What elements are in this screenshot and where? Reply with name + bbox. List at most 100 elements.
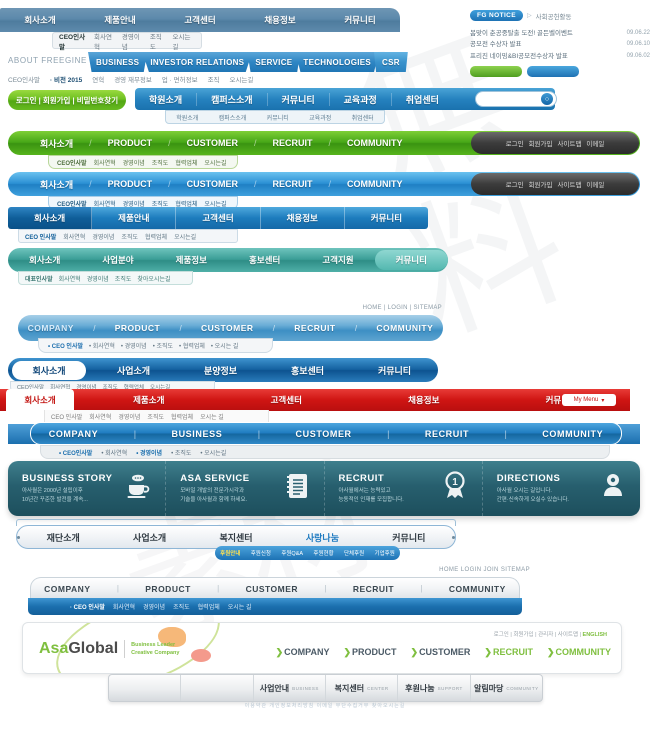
ribbon-item-2[interactable]: CUSTOMER <box>296 429 352 439</box>
navy-item-3[interactable]: 홍보센터 <box>264 364 351 377</box>
feature-card-asa-service[interactable]: ASA SERVICE 모바일 개발의 전문가시각과 기술을 아사월과 함께 하… <box>166 461 325 516</box>
subpill-0[interactable]: 후원안내 <box>220 549 240 557</box>
feature-card-directions[interactable]: DIRECTIONS 아사월 오시는 길입니다. 간편·신속하게 오실수 있습니… <box>483 461 640 516</box>
white-item-3[interactable]: 사랑나눔 <box>279 531 365 544</box>
red-sub-0[interactable]: CEO 인사말 <box>51 412 82 421</box>
subpill-1[interactable]: 후원신청 <box>251 549 271 557</box>
ribbon-item-1[interactable]: BUSINESS <box>171 429 222 439</box>
blue-item-4[interactable]: COMMUNITY <box>345 179 405 189</box>
red-sub-1[interactable]: 회사연혁 <box>89 412 111 421</box>
subpill-4[interactable]: 단체후원 <box>344 549 364 557</box>
academy-sub-1[interactable]: 캠퍼스소개 <box>219 113 247 122</box>
my-menu-dropdown[interactable]: My Menu ▾ <box>562 394 616 406</box>
feature-card-recruit[interactable]: RECRUIT 아사월에서는 능력있고 능동적인 인재를 모집합니다. 1 <box>325 461 483 516</box>
block-sub-3[interactable]: 조직도 <box>121 232 138 241</box>
block-item-3[interactable]: 채용정보 <box>260 207 345 229</box>
pill-item-3[interactable]: RECRUIT <box>294 323 335 333</box>
footer-links[interactable]: 이용약관 개인정보처리방침 이메일 무단수집거부 찾아오시는길 <box>0 702 650 709</box>
academy-sub-4[interactable]: 취업센터 <box>352 113 374 122</box>
green-item-1[interactable]: PRODUCT <box>106 138 155 148</box>
gray-item-1[interactable]: PRODUCT <box>145 584 191 594</box>
search-icon[interactable]: ○ <box>541 93 553 105</box>
teal-sub-1[interactable]: 회사연혁 <box>59 274 81 283</box>
red-sub-5[interactable]: 오시는 길 <box>200 412 224 421</box>
academy-item-0[interactable]: 학원소개 <box>135 92 198 106</box>
white-item-0[interactable]: 재단소개 <box>20 531 106 544</box>
freegine-sub-6[interactable]: 오시는길 <box>230 74 254 84</box>
green-sub-2[interactable]: 경영이념 <box>123 158 145 167</box>
notice-button-green[interactable] <box>470 66 522 78</box>
teal-item-0[interactable]: 회사소개 <box>8 254 81 266</box>
utility-links-bottom[interactable]: HOME LOGIN JOIN SITEMAP <box>0 567 530 573</box>
block-sub-5[interactable]: 오시는길 <box>174 232 196 241</box>
asa-util-2[interactable]: 관리자 <box>538 632 553 638</box>
ribbon-sub-1[interactable]: • 회사연혁 <box>101 448 127 457</box>
pill-sub-5[interactable]: • 오시는 길 <box>211 341 239 350</box>
gray-sub-2[interactable]: 경영이념 <box>143 602 165 611</box>
teal-sub-0[interactable]: 대표인사말 <box>25 274 53 283</box>
navy-item-0[interactable]: 회사소개 <box>12 360 86 380</box>
nav-steel-item-0[interactable]: 회사소개 <box>0 14 80 26</box>
pill-item-1[interactable]: PRODUCT <box>115 323 161 333</box>
red-item-1[interactable]: 제품소개 <box>80 394 218 406</box>
green-item-3[interactable]: RECRUIT <box>271 138 315 148</box>
asa-nav-0[interactable]: ❯COMPANY <box>276 647 330 658</box>
academy-item-3[interactable]: 교육과정 <box>330 92 392 106</box>
nav-steel-item-3[interactable]: 채용정보 <box>240 14 320 26</box>
freegine-tab-4[interactable]: CSR <box>374 52 408 72</box>
nav-steel-sub-3[interactable]: 조직도 <box>150 31 166 51</box>
academy-sub-3[interactable]: 교육과정 <box>309 113 331 122</box>
red-sub-4[interactable]: 협력업체 <box>171 412 193 421</box>
nav-steel-sub-0[interactable]: CEO인사말 <box>59 31 87 51</box>
asa-util-3[interactable]: 사이트맵 <box>558 632 578 638</box>
green-item-4[interactable]: COMMUNITY <box>345 138 405 148</box>
pill-sub-4[interactable]: • 협력업체 <box>179 341 205 350</box>
notice-item[interactable]: 봄맞이 춘공중탈출 도전! 골든벨이벤트 09.06.22 <box>470 28 650 39</box>
academy-sub-2[interactable]: 커뮤니티 <box>267 113 289 122</box>
freegine-sub-1[interactable]: · 비전 2015 <box>50 74 82 84</box>
blue-item-2[interactable]: CUSTOMER <box>185 179 240 189</box>
red-item-2[interactable]: 고객센터 <box>218 394 356 406</box>
nav-steel-sub-4[interactable]: 오시는 길 <box>173 31 196 51</box>
gray-item-0[interactable]: COMPANY <box>44 584 90 594</box>
asa-util-0[interactable]: 로그인 <box>494 632 509 638</box>
subpill-3[interactable]: 후원현황 <box>313 549 333 557</box>
ribbon-item-4[interactable]: COMMUNITY <box>542 429 603 439</box>
freegine-tab-1[interactable]: INVESTOR RELATIONS <box>142 52 253 72</box>
blue-item-1[interactable]: PRODUCT <box>106 179 155 189</box>
green-util-0[interactable]: 로그인 <box>506 138 524 148</box>
white-item-2[interactable]: 복지센터 <box>193 531 279 544</box>
green-util-2[interactable]: 사이트맵 <box>558 138 582 148</box>
green-sub-1[interactable]: 회사연혁 <box>94 158 116 167</box>
blue-util-3[interactable]: 이메일 <box>586 179 604 189</box>
teal-sub-3[interactable]: 조직도 <box>115 274 132 283</box>
bottom-tab-2[interactable]: 사업안내 BUSINESS <box>254 675 326 701</box>
freegine-sub-5[interactable]: 조직 <box>208 74 220 84</box>
ribbon-sub-4[interactable]: • 오시는길 <box>200 448 226 457</box>
blue-item-0[interactable]: 회사소개 <box>38 178 75 191</box>
gray-sub-1[interactable]: 회사연혁 <box>113 602 135 611</box>
ribbon-sub-3[interactable]: • 조직도 <box>171 448 191 457</box>
academy-item-4[interactable]: 취업센터 <box>392 93 453 106</box>
block-sub-1[interactable]: 회사연혁 <box>63 232 85 241</box>
teal-sub-4[interactable]: 찾아오시는길 <box>137 274 170 283</box>
ribbon-item-0[interactable]: COMPANY <box>49 429 99 439</box>
pill-sub-1[interactable]: • 회사연혁 <box>89 341 115 350</box>
notice-button-blue[interactable] <box>527 66 579 78</box>
green-sub-3[interactable]: 조직도 <box>152 158 169 167</box>
blue-util-0[interactable]: 로그인 <box>506 179 524 189</box>
freegine-tab-2[interactable]: SERVICE <box>247 52 301 72</box>
ribbon-sub-2[interactable]: • 경영이념 <box>136 448 162 457</box>
freegine-sub-4[interactable]: 업 · 면허정보 <box>162 74 198 84</box>
red-sub-3[interactable]: 조직도 <box>147 412 164 421</box>
subpill-2[interactable]: 후원Q&A <box>281 549 303 557</box>
block-item-2[interactable]: 고객센터 <box>176 207 261 229</box>
green-item-2[interactable]: CUSTOMER <box>185 138 240 148</box>
blue-item-3[interactable]: RECRUIT <box>271 179 315 189</box>
bottom-tab-5[interactable]: 알림마당 COMMUNITY <box>471 675 542 701</box>
green-item-0[interactable]: 회사소개 <box>38 137 75 150</box>
freegine-sub-2[interactable]: 연혁 <box>92 74 104 84</box>
notice-tab[interactable]: 사회공헌활동 <box>536 11 572 21</box>
utility-links-top[interactable]: HOME | LOGIN | SITEMAP <box>0 305 442 311</box>
pill-sub-0[interactable]: • CEO 인사말 <box>48 341 83 350</box>
